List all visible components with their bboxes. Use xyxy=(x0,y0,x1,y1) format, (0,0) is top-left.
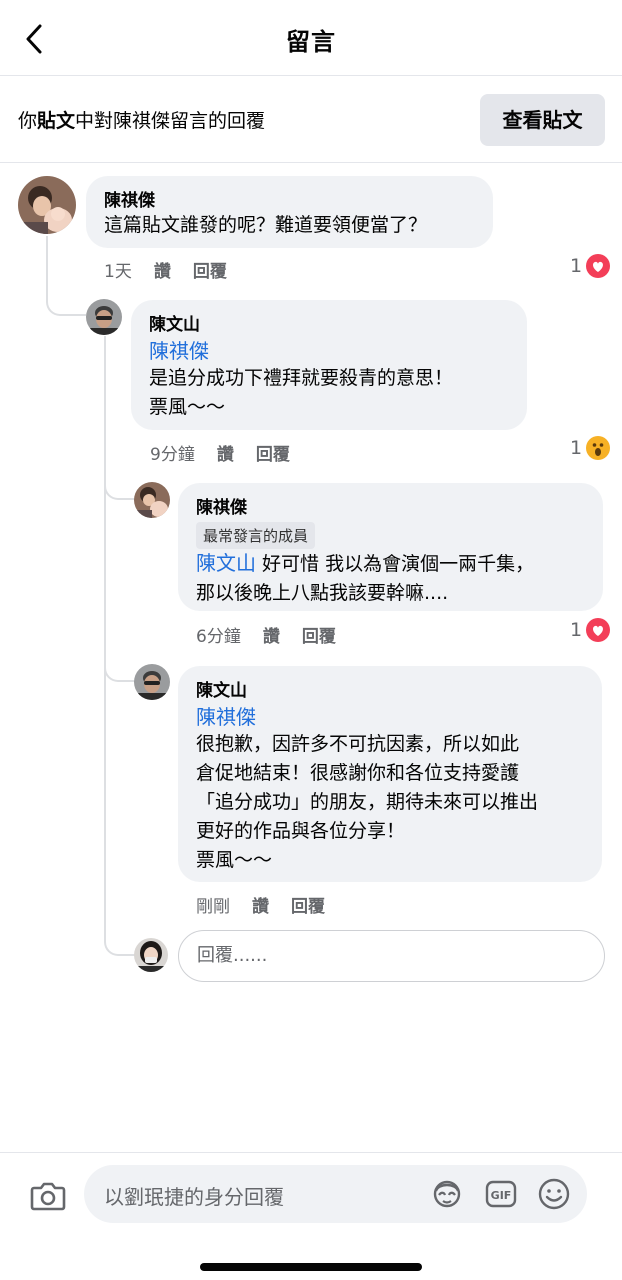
comment-meta: 1天 讚 回覆 xyxy=(104,257,249,282)
comment-text: 「追分成功」的朋友，期待未來可以推出 xyxy=(196,791,539,813)
comment-text: 那以後晚上八點我該要幹嘛.... xyxy=(196,582,449,604)
gif-icon[interactable]: GIF xyxy=(484,1177,518,1211)
avatar[interactable] xyxy=(86,299,122,335)
timestamp: 1天 xyxy=(104,262,132,282)
home-indicator xyxy=(200,1263,422,1271)
like-button[interactable]: 讚 xyxy=(252,897,269,917)
reply-button[interactable]: 回覆 xyxy=(193,262,227,282)
comment-meta: 9分鐘 讚 回覆 xyxy=(150,440,312,465)
thread-line xyxy=(104,336,106,816)
avatar[interactable] xyxy=(18,176,76,234)
reply-button[interactable]: 回覆 xyxy=(302,627,336,647)
wow-icon[interactable] xyxy=(586,436,610,460)
timestamp: 9分鐘 xyxy=(150,445,195,465)
comment-text: 更好的作品與各位分享！ xyxy=(196,820,406,842)
reply-button[interactable]: 回覆 xyxy=(256,445,290,465)
compose-placeholder: 以劉珉捷的身分回覆 xyxy=(104,1185,284,1209)
author-name[interactable]: 陳祺傑 xyxy=(196,493,585,518)
love-icon[interactable] xyxy=(586,618,610,642)
comment-bubble: 陳祺傑 最常發言的成員 陳文山 好可惜 我以為會演個一兩千集， 那以後晚上八點我… xyxy=(178,483,603,611)
avatar xyxy=(134,938,168,972)
emoji-icon[interactable] xyxy=(537,1177,571,1211)
reaction-count[interactable]: 1 xyxy=(570,619,582,641)
avatar-sticker-icon[interactable] xyxy=(430,1177,464,1211)
timestamp: 6分鐘 xyxy=(196,627,241,647)
avatar[interactable] xyxy=(134,482,170,518)
thread-line xyxy=(46,236,86,316)
comment-text: 陳文山 好可惜 我以為會演個一兩千集， xyxy=(196,551,535,575)
timestamp: 剛剛 xyxy=(196,897,230,917)
author-name[interactable]: 陳文山 xyxy=(149,310,509,335)
comment-text: 是追分成功下禮拜就要殺青的意思！ xyxy=(149,367,454,389)
author-name[interactable]: 陳祺傑 xyxy=(104,186,475,211)
page-title: 留言 xyxy=(286,28,336,56)
comment-meta: 剛剛 讚 回覆 xyxy=(196,892,347,917)
bottom-composer-bar: 以劉珉捷的身分回覆 GIF xyxy=(0,1152,622,1280)
mention-link[interactable]: 陳祺傑 xyxy=(149,335,509,364)
compose-input[interactable]: 以劉珉捷的身分回覆 GIF xyxy=(84,1165,587,1223)
view-post-button[interactable]: 查看貼文 xyxy=(480,94,605,146)
author-name[interactable]: 陳文山 xyxy=(196,676,584,701)
top-fan-badge: 最常發言的成員 xyxy=(196,522,316,549)
comment-text: 票風～～ xyxy=(196,849,273,871)
like-button[interactable]: 讚 xyxy=(154,262,171,282)
comment-bubble: 陳文山 陳祺傑 是追分成功下禮拜就要殺青的意思！ 票風～～ xyxy=(131,300,527,430)
header: 留言 xyxy=(0,0,622,76)
reaction-count[interactable]: 1 xyxy=(570,437,582,459)
reply-input[interactable]: 回覆...... xyxy=(178,930,605,982)
like-button[interactable]: 讚 xyxy=(263,627,280,647)
comment-text: 倉促地結束！很感謝你和各位支持愛護 xyxy=(196,762,520,784)
mention-link[interactable]: 陳祺傑 xyxy=(196,701,584,730)
reply-button[interactable]: 回覆 xyxy=(291,897,325,917)
thread-line xyxy=(104,458,136,500)
reaction-count[interactable]: 1 xyxy=(570,255,582,277)
comment-text: 這篇貼文誰發的呢？難道要領便當了？ xyxy=(104,214,428,236)
like-button[interactable]: 讚 xyxy=(217,445,234,465)
thread-line xyxy=(104,816,136,956)
comment-bubble: 陳祺傑 這篇貼文誰發的呢？難道要領便當了？ xyxy=(86,176,493,248)
camera-icon[interactable] xyxy=(28,1175,68,1215)
comment-text: 票風～～ xyxy=(149,396,226,418)
comment-meta: 6分鐘 讚 回覆 xyxy=(196,622,358,647)
mention-link[interactable]: 陳文山 xyxy=(196,551,256,575)
thread-line xyxy=(104,640,136,682)
comment-bubble: 陳文山 陳祺傑 很抱歉，因許多不可抗因素，所以如此 倉促地結束！很感謝你和各位支… xyxy=(178,666,602,882)
love-icon[interactable] xyxy=(586,254,610,278)
context-bar: 你貼文中對陳祺傑留言的回覆 查看貼文 xyxy=(0,77,622,163)
svg-text:GIF: GIF xyxy=(491,1189,512,1202)
comment-text: 很抱歉，因許多不可抗因素，所以如此 xyxy=(196,733,520,755)
context-text: 你貼文中對陳祺傑留言的回覆 xyxy=(18,110,266,132)
avatar[interactable] xyxy=(134,664,170,700)
